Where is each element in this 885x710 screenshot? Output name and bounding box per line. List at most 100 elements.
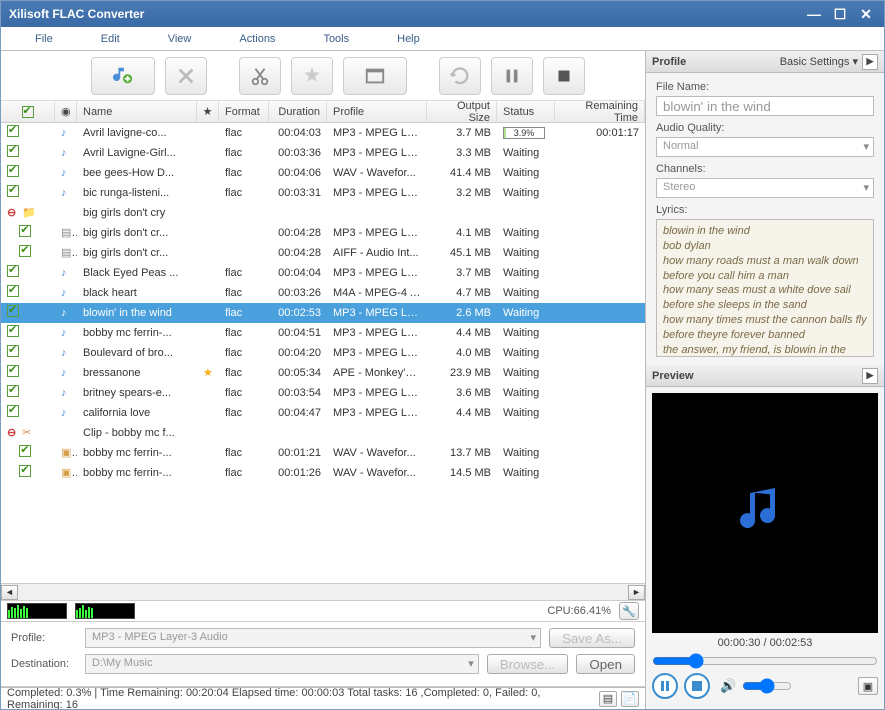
- col-profile[interactable]: Profile: [327, 101, 427, 122]
- col-type[interactable]: ◉: [55, 101, 77, 122]
- col-name[interactable]: Name: [77, 101, 197, 122]
- channels-combo[interactable]: Stereo: [656, 178, 874, 198]
- table-row[interactable]: ▤big girls don't cr...00:04:28MP3 - MPEG…: [1, 223, 645, 243]
- add-button[interactable]: [91, 57, 155, 95]
- profile-title: Profile: [652, 56, 686, 68]
- table-row[interactable]: ⊖ 📁big girls don't cry: [1, 203, 645, 223]
- menu-edit[interactable]: Edit: [77, 29, 144, 49]
- row-checkbox[interactable]: [7, 265, 19, 277]
- refresh-button[interactable]: [439, 57, 481, 95]
- profile-next-button[interactable]: ▶: [862, 54, 878, 70]
- app-window: Xilisoft FLAC Converter — ☐ ✕ File Edit …: [0, 0, 885, 710]
- col-remaining[interactable]: Remaining Time: [555, 101, 645, 122]
- minimize-button[interactable]: —: [804, 6, 824, 22]
- destination-combo[interactable]: D:\My Music: [85, 654, 479, 674]
- cut-button[interactable]: [239, 57, 281, 95]
- table-header: ◉ Name ★ Format Duration Profile Output …: [1, 101, 645, 123]
- row-checkbox[interactable]: [19, 465, 31, 477]
- row-checkbox[interactable]: [7, 385, 19, 397]
- table-row[interactable]: ♪Avril lavigne-co...flac00:04:03MP3 - MP…: [1, 123, 645, 143]
- stop-button[interactable]: [543, 57, 585, 95]
- menu-help[interactable]: Help: [373, 29, 444, 49]
- row-checkbox[interactable]: [19, 225, 31, 237]
- settings-button[interactable]: 🔧: [619, 602, 639, 620]
- stop-playback-button[interactable]: [684, 673, 710, 699]
- lyrics-label: Lyrics:: [656, 204, 874, 216]
- col-format[interactable]: Format: [219, 101, 269, 122]
- save-as-button[interactable]: Save As...: [549, 628, 635, 648]
- table-row[interactable]: ♪black heartflac00:03:26M4A - MPEG-4 A..…: [1, 283, 645, 303]
- browse-button[interactable]: Browse...: [487, 654, 569, 674]
- open-button[interactable]: Open: [576, 654, 635, 674]
- collapse-icon[interactable]: ⊖: [7, 206, 19, 218]
- row-checkbox[interactable]: [7, 405, 19, 417]
- table-row[interactable]: ♪bic runga-listeni...flac00:03:31MP3 - M…: [1, 183, 645, 203]
- table-row[interactable]: ♪Boulevard of bro...flac00:04:20MP3 - MP…: [1, 343, 645, 363]
- profile-label: Profile:: [11, 632, 77, 644]
- table-row[interactable]: ♪california loveflac00:04:47MP3 - MPEG L…: [1, 403, 645, 423]
- lyrics-textarea[interactable]: blowin in the windbob dylanhow many road…: [656, 219, 874, 357]
- seek-slider[interactable]: [652, 653, 878, 669]
- collapse-icon[interactable]: ⊖: [7, 426, 19, 438]
- list-view-button[interactable]: ▤: [599, 691, 617, 707]
- table-row[interactable]: ♪bobby mc ferrin-...flac00:04:51MP3 - MP…: [1, 323, 645, 343]
- table-row[interactable]: ⊖ ✂Clip - bobby mc f...: [1, 423, 645, 443]
- menu-view[interactable]: View: [144, 29, 216, 49]
- quality-combo[interactable]: Normal: [656, 137, 874, 157]
- row-checkbox[interactable]: [7, 125, 19, 137]
- table-row[interactable]: ♪Avril Lavigne-Girl...flac00:03:36MP3 - …: [1, 143, 645, 163]
- table-row[interactable]: ♪blowin' in the windflac00:02:53MP3 - MP…: [1, 303, 645, 323]
- table-row[interactable]: ♪bee gees-How D...flac00:04:06WAV - Wave…: [1, 163, 645, 183]
- col-duration[interactable]: Duration: [269, 101, 327, 122]
- play-pause-button[interactable]: [652, 673, 678, 699]
- table-row[interactable]: ▣bobby mc ferrin-...flac00:01:21WAV - Wa…: [1, 443, 645, 463]
- row-checkbox[interactable]: [7, 185, 19, 197]
- preview-panel-header: Preview ▶: [646, 365, 884, 387]
- row-checkbox[interactable]: [19, 245, 31, 257]
- col-checkbox[interactable]: [1, 101, 55, 122]
- horizontal-scrollbar[interactable]: ◄ ►: [1, 583, 645, 600]
- window-buttons: — ☐ ✕: [804, 6, 876, 22]
- preview-next-button[interactable]: ▶: [862, 368, 878, 384]
- volume-icon[interactable]: 🔊: [720, 678, 736, 694]
- preview-display: [652, 393, 878, 633]
- preview-panel: 00:00:30 / 00:02:53 🔊 ▣: [646, 387, 884, 709]
- effects-button[interactable]: [291, 57, 333, 95]
- maximize-button[interactable]: ☐: [830, 6, 850, 22]
- table-row[interactable]: ♪bressanone★flac00:05:34APE - Monkey's .…: [1, 363, 645, 383]
- table-row[interactable]: ▣bobby mc ferrin-...flac00:01:26WAV - Wa…: [1, 463, 645, 483]
- col-status[interactable]: Status: [497, 101, 555, 122]
- row-checkbox[interactable]: [7, 325, 19, 337]
- table-row[interactable]: ♪britney spears-e...flac00:03:54MP3 - MP…: [1, 383, 645, 403]
- file-list[interactable]: ♪Avril lavigne-co...flac00:04:03MP3 - MP…: [1, 123, 645, 583]
- filename-input[interactable]: [656, 96, 874, 116]
- col-output-size[interactable]: Output Size: [427, 101, 497, 122]
- menu-actions[interactable]: Actions: [215, 29, 299, 49]
- table-row[interactable]: ▤big girls don't cr...00:04:28AIFF - Aud…: [1, 243, 645, 263]
- snapshot-button[interactable]: ▣: [858, 677, 878, 695]
- row-checkbox[interactable]: [7, 285, 19, 297]
- clip-button[interactable]: [343, 57, 407, 95]
- row-checkbox[interactable]: [7, 365, 19, 377]
- table-row[interactable]: ♪Black Eyed Peas ...flac00:04:04MP3 - MP…: [1, 263, 645, 283]
- close-button[interactable]: ✕: [856, 6, 876, 22]
- scroll-right-button[interactable]: ►: [628, 585, 645, 600]
- row-checkbox[interactable]: [19, 445, 31, 457]
- volume-slider[interactable]: [742, 678, 792, 694]
- row-checkbox[interactable]: [7, 305, 19, 317]
- row-checkbox[interactable]: [7, 145, 19, 157]
- cpu-graph-2: [75, 603, 135, 619]
- menu-file[interactable]: File: [11, 29, 77, 49]
- menu-tools[interactable]: Tools: [299, 29, 373, 49]
- basic-settings-dropdown[interactable]: Basic Settings ▾: [780, 55, 858, 68]
- scroll-left-button[interactable]: ◄: [1, 585, 18, 600]
- filename-label: File Name:: [656, 81, 874, 93]
- pause-button[interactable]: [491, 57, 533, 95]
- row-checkbox[interactable]: [7, 345, 19, 357]
- cpu-label: CPU:66.41%: [547, 605, 611, 617]
- report-button[interactable]: 📄: [621, 691, 639, 707]
- delete-button[interactable]: [165, 57, 207, 95]
- row-checkbox[interactable]: [7, 165, 19, 177]
- col-star[interactable]: ★: [197, 101, 219, 122]
- profile-combo[interactable]: MP3 - MPEG Layer-3 Audio: [85, 628, 541, 648]
